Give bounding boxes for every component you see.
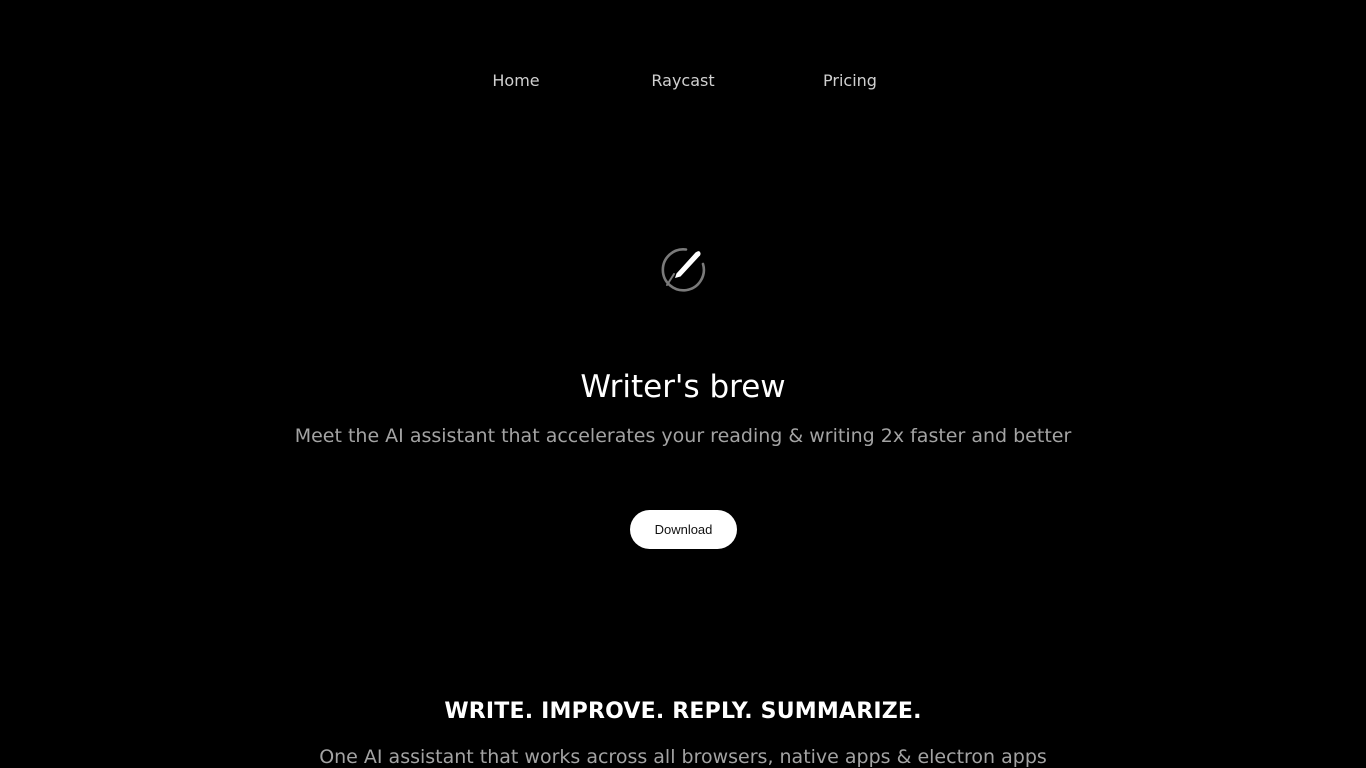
hero-subtitle: Meet the AI assistant that accelerates y…	[294, 425, 1072, 447]
nav-link-raycast[interactable]: Raycast	[651, 68, 714, 94]
features-tagline: WRITE. IMPROVE. REPLY. SUMMARIZE.	[444, 699, 922, 724]
landing-page: Home Raycast Pricing Writer's brew Meet …	[0, 0, 1366, 768]
top-nav: Home Raycast Pricing	[0, 68, 1366, 94]
nav-link-home[interactable]: Home	[492, 68, 539, 94]
pen-circle-icon	[659, 244, 709, 294]
download-button[interactable]: Download	[630, 510, 737, 549]
nav-link-pricing[interactable]: Pricing	[823, 68, 877, 94]
hero-title: Writer's brew	[580, 369, 786, 405]
features-description: One AI assistant that works across all b…	[319, 746, 1047, 768]
